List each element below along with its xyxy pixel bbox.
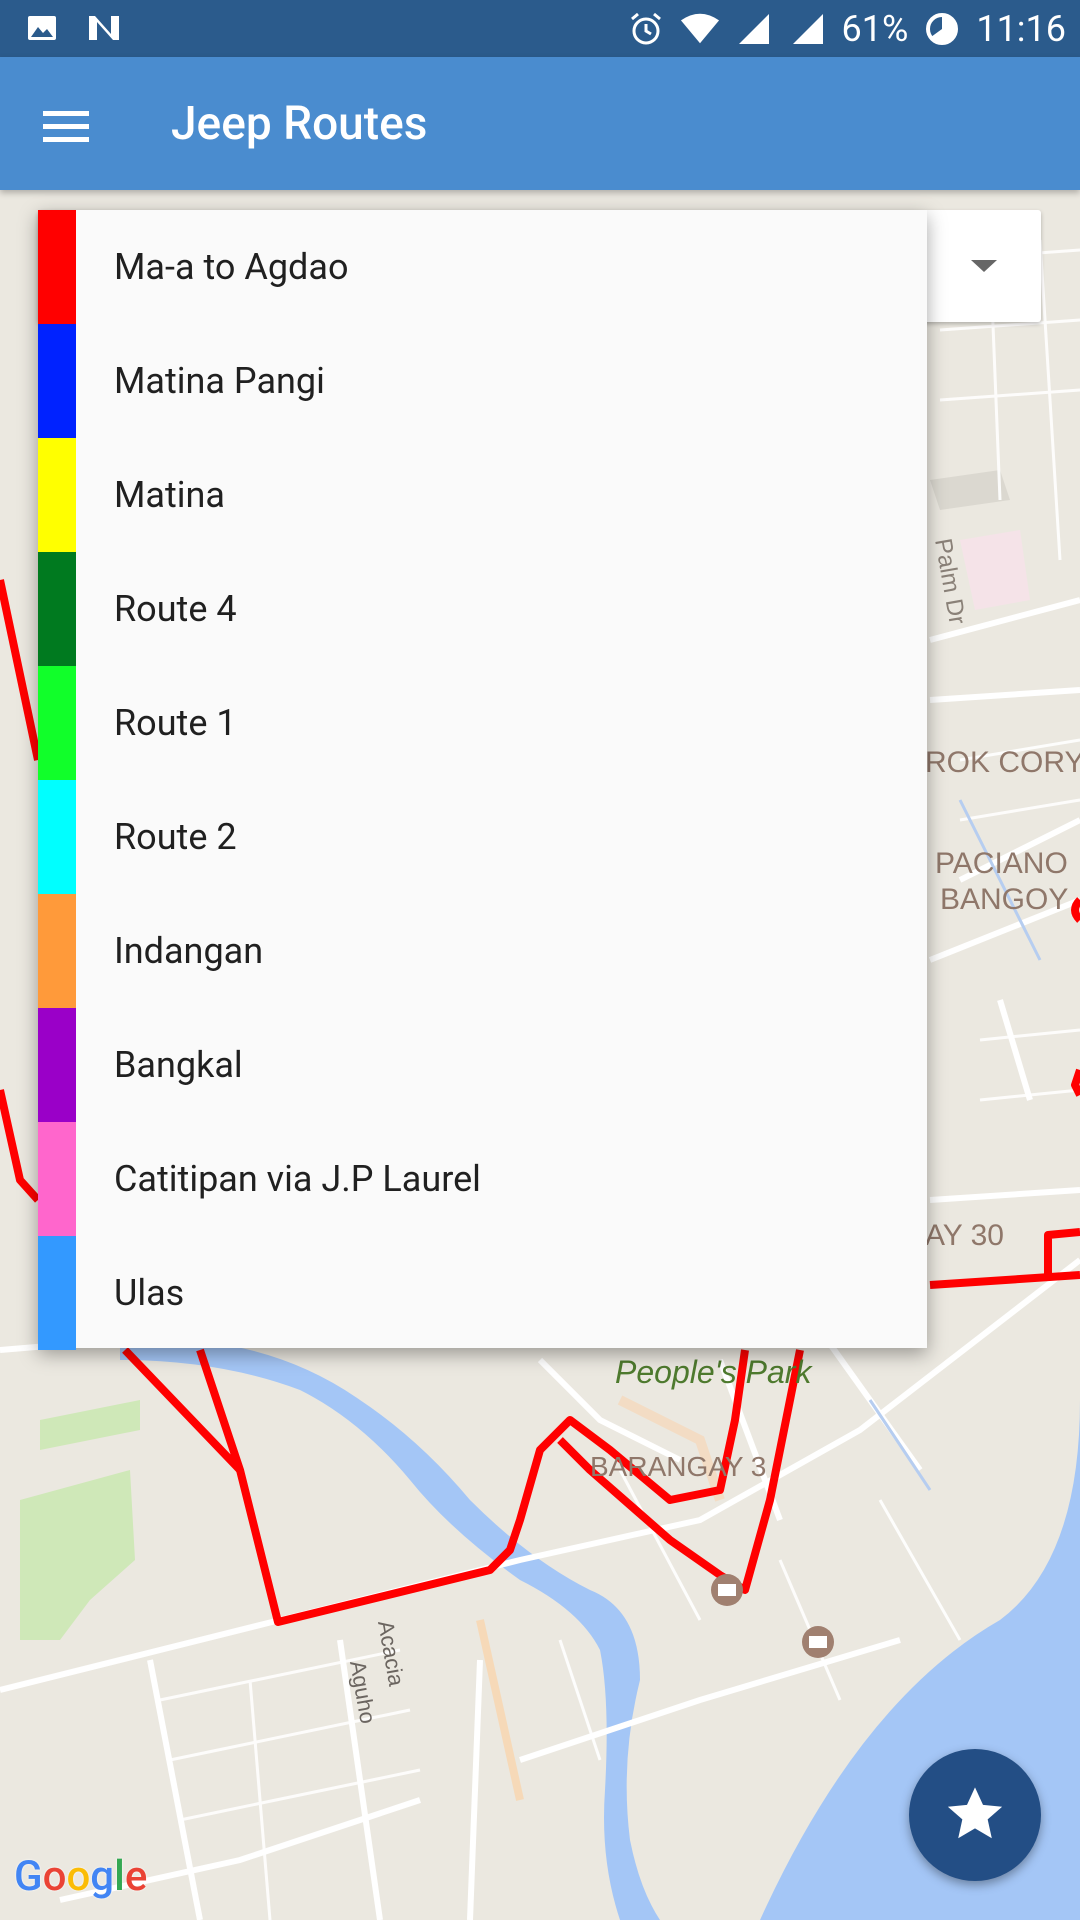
favorite-fab-button[interactable] (909, 1749, 1041, 1881)
route-color-swatch (38, 438, 76, 552)
route-item-label: Catitipan via J.P Laurel (114, 1158, 481, 1200)
route-color-swatch (38, 552, 76, 666)
app-bar: Jeep Routes (0, 57, 1080, 190)
route-item[interactable]: Route 4 (38, 552, 927, 666)
route-item-label: Bangkal (114, 1044, 243, 1086)
route-item-label: Matina Pangi (114, 360, 325, 402)
n-icon (84, 8, 124, 48)
image-icon (22, 8, 62, 48)
route-item[interactable]: Route 2 (38, 780, 927, 894)
route-item-label: Route 1 (114, 702, 237, 744)
alarm-icon (626, 9, 666, 49)
google-attribution-logo[interactable]: Google (14, 1852, 147, 1901)
route-item[interactable]: Ulas (38, 1236, 927, 1350)
map-label-paciano: PACIANO (935, 847, 1068, 880)
route-item[interactable]: Matina (38, 438, 927, 552)
route-item-label: Route 2 (114, 816, 237, 858)
signal-icon (734, 9, 774, 49)
app-title: Jeep Routes (171, 97, 428, 151)
route-dropdown-list: Ma-a to Agdao Matina Pangi Matina Route … (38, 210, 927, 1350)
clock: 11:16 (976, 7, 1066, 50)
route-item[interactable]: Catitipan via J.P Laurel (38, 1122, 927, 1236)
route-color-swatch (38, 324, 76, 438)
route-item-label: Ma-a to Agdao (114, 246, 349, 288)
route-color-swatch (38, 780, 76, 894)
hamburger-menu-icon[interactable] (30, 91, 102, 163)
status-bar: 61% 11:16 (0, 0, 1080, 57)
map-label-peoples-park: People's Park (615, 1354, 813, 1390)
route-item-label: Ulas (114, 1272, 185, 1314)
museum-marker-icon[interactable] (711, 1574, 743, 1606)
route-color-swatch (38, 894, 76, 1008)
dropdown-arrow-icon[interactable] (971, 260, 997, 272)
battery-percent: 61% (841, 7, 909, 50)
wifi-icon (680, 9, 720, 49)
route-item-label: Matina (114, 474, 226, 516)
museum-marker-icon[interactable] (802, 1626, 834, 1658)
route-item-label: Indangan (114, 930, 264, 972)
route-color-swatch (38, 666, 76, 780)
battery-icon (922, 9, 962, 49)
map-label-barangay-3: BARANGAY 3 (590, 1451, 766, 1482)
route-color-swatch (38, 1236, 76, 1350)
route-item[interactable]: Route 1 (38, 666, 927, 780)
route-color-swatch (38, 1122, 76, 1236)
route-item[interactable]: Bangkal (38, 1008, 927, 1122)
map-label-barangay-30: AY 30 (925, 1219, 1004, 1252)
map-label-prok-cory: ROK CORY (925, 746, 1080, 779)
route-item[interactable]: Indangan (38, 894, 927, 1008)
route-item-label: Route 4 (114, 588, 237, 630)
signal-icon (788, 9, 828, 49)
route-color-swatch (38, 210, 76, 324)
star-icon (947, 1787, 1003, 1839)
map-label-bangoy: BANGOY (940, 883, 1068, 916)
route-item[interactable]: Matina Pangi (38, 324, 927, 438)
route-color-swatch (38, 1008, 76, 1122)
route-item[interactable]: Ma-a to Agdao (38, 210, 927, 324)
